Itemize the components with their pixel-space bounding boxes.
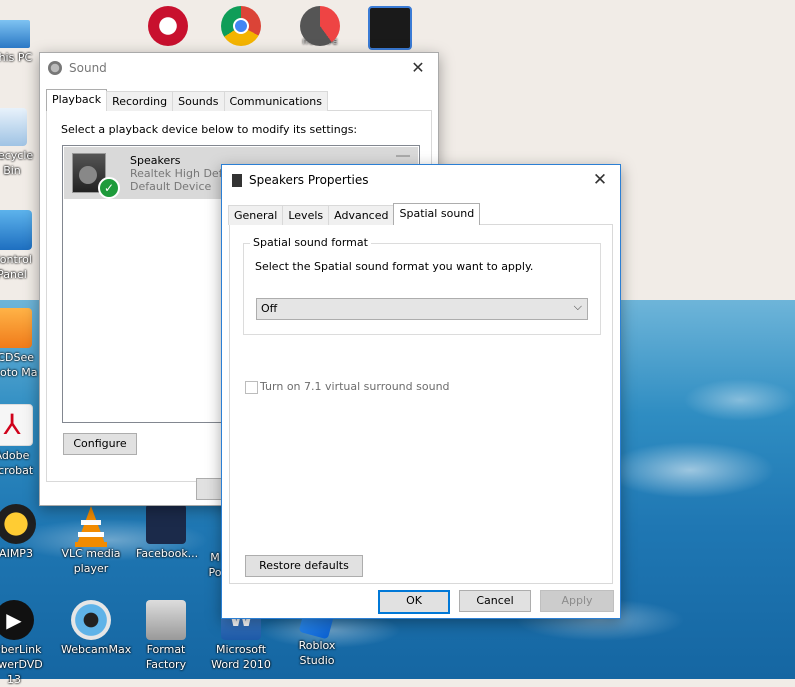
device-name: Speakers bbox=[130, 154, 181, 167]
download-tv-icon bbox=[148, 6, 188, 46]
surround-checkbox-label: Turn on 7.1 virtual surround sound bbox=[260, 380, 450, 393]
playback-instruction: Select a playback device below to modify… bbox=[61, 123, 358, 136]
facebook-app-icon bbox=[146, 504, 186, 544]
apply-button[interactable]: Apply bbox=[540, 590, 614, 612]
surround-checkbox[interactable] bbox=[245, 381, 258, 394]
tab-levels[interactable]: Levels bbox=[282, 205, 330, 225]
format-factory-icon bbox=[146, 600, 186, 640]
select-value: Off bbox=[261, 302, 278, 315]
sound-titlebar[interactable]: Sound ✕ bbox=[40, 53, 438, 83]
control-panel-icon bbox=[0, 210, 32, 250]
desktop-icon-format-factory[interactable]: Format Factory bbox=[136, 600, 196, 672]
spatial-sound-panel: Spatial sound format Select the Spatial … bbox=[229, 224, 613, 584]
desktop-icon-powerdvd[interactable]: ▶ CyberLink PowerDVD 13 bbox=[0, 600, 44, 687]
monitor-icon bbox=[0, 20, 30, 48]
group-description: Select the Spatial sound format you want… bbox=[255, 260, 534, 273]
chrome-icon bbox=[221, 6, 261, 46]
tab-communications[interactable]: Communications bbox=[223, 91, 328, 111]
device-driver: Realtek High Defin bbox=[130, 167, 233, 180]
desktop-icon-chrome[interactable] bbox=[211, 6, 271, 48]
desktop-icon-recycle-bin[interactable]: Recycle Bin bbox=[0, 108, 42, 178]
tab-recording[interactable]: Recording bbox=[106, 91, 174, 111]
desktop-icon-vlc[interactable]: VLC media player bbox=[61, 504, 121, 576]
group-title: Spatial sound format bbox=[250, 236, 371, 249]
cancel-button[interactable]: Cancel bbox=[459, 590, 531, 612]
desktop-icon-movie-maker[interactable] bbox=[360, 6, 420, 52]
sound-hidden-button[interactable] bbox=[196, 478, 224, 500]
spatial-format-select[interactable]: Off ⌵ bbox=[256, 298, 588, 320]
film-strip-icon bbox=[368, 6, 412, 50]
speaker-small-icon bbox=[232, 173, 242, 187]
properties-titlebar[interactable]: Speakers Properties ✕ bbox=[222, 165, 620, 195]
desktop-icon-this-pc[interactable]: This PC bbox=[0, 12, 42, 65]
tab-advanced[interactable]: Advanced bbox=[328, 205, 395, 225]
device-status: Default Device bbox=[130, 180, 212, 193]
tab-playback[interactable]: Playback bbox=[46, 89, 108, 111]
close-icon[interactable]: ✕ bbox=[580, 165, 620, 195]
adobe-acrobat-icon: ⅄ bbox=[0, 404, 33, 446]
vlc-cone-icon bbox=[71, 504, 111, 547]
powerdvd-icon: ▶ bbox=[0, 600, 34, 640]
desktop-icon-facebook[interactable]: Facebook... bbox=[136, 504, 198, 561]
sound-window-title: Sound bbox=[69, 61, 107, 75]
tab-sounds[interactable]: Sounds bbox=[172, 91, 225, 111]
properties-window-title: Speakers Properties bbox=[249, 173, 369, 187]
recycle-bin-icon bbox=[0, 108, 27, 146]
desktop-icon-adobe-acrobat[interactable]: ⅄ Adobe Acrobat bbox=[0, 404, 42, 478]
ok-button[interactable]: OK bbox=[378, 590, 450, 614]
desktop-icon-webcammax[interactable]: WebcamMax bbox=[61, 600, 131, 657]
desktop-icon-control-panel[interactable]: Control Panel bbox=[0, 210, 42, 282]
desktop-icon-top-1[interactable] bbox=[138, 6, 198, 48]
speaker-icon bbox=[48, 61, 62, 75]
tab-general[interactable]: General bbox=[228, 205, 284, 225]
photoscape-icon bbox=[300, 6, 340, 46]
close-icon[interactable]: ✕ bbox=[398, 53, 438, 83]
speakers-properties-window: Speakers Properties ✕ General Levels Adv… bbox=[221, 164, 621, 619]
desktop-icon-photoscape[interactable]: ITOSCAPE bbox=[290, 6, 350, 46]
default-check-icon: ✓ bbox=[98, 177, 120, 199]
desktop-icon-acdsee[interactable]: ACDSee Photo Ma bbox=[0, 308, 42, 380]
acdsee-icon bbox=[0, 308, 32, 348]
aimp-icon bbox=[0, 504, 36, 544]
restore-defaults-button[interactable]: Restore defaults bbox=[245, 555, 363, 577]
configure-button[interactable]: Configure bbox=[63, 433, 137, 455]
spatial-format-group: Spatial sound format Select the Spatial … bbox=[243, 236, 601, 335]
desktop-icon-aimp3[interactable]: AIMP3 bbox=[0, 504, 46, 561]
webcam-icon bbox=[71, 600, 111, 640]
tab-spatial-sound[interactable]: Spatial sound bbox=[393, 203, 481, 225]
chevron-down-icon: ⌵ bbox=[573, 300, 582, 313]
